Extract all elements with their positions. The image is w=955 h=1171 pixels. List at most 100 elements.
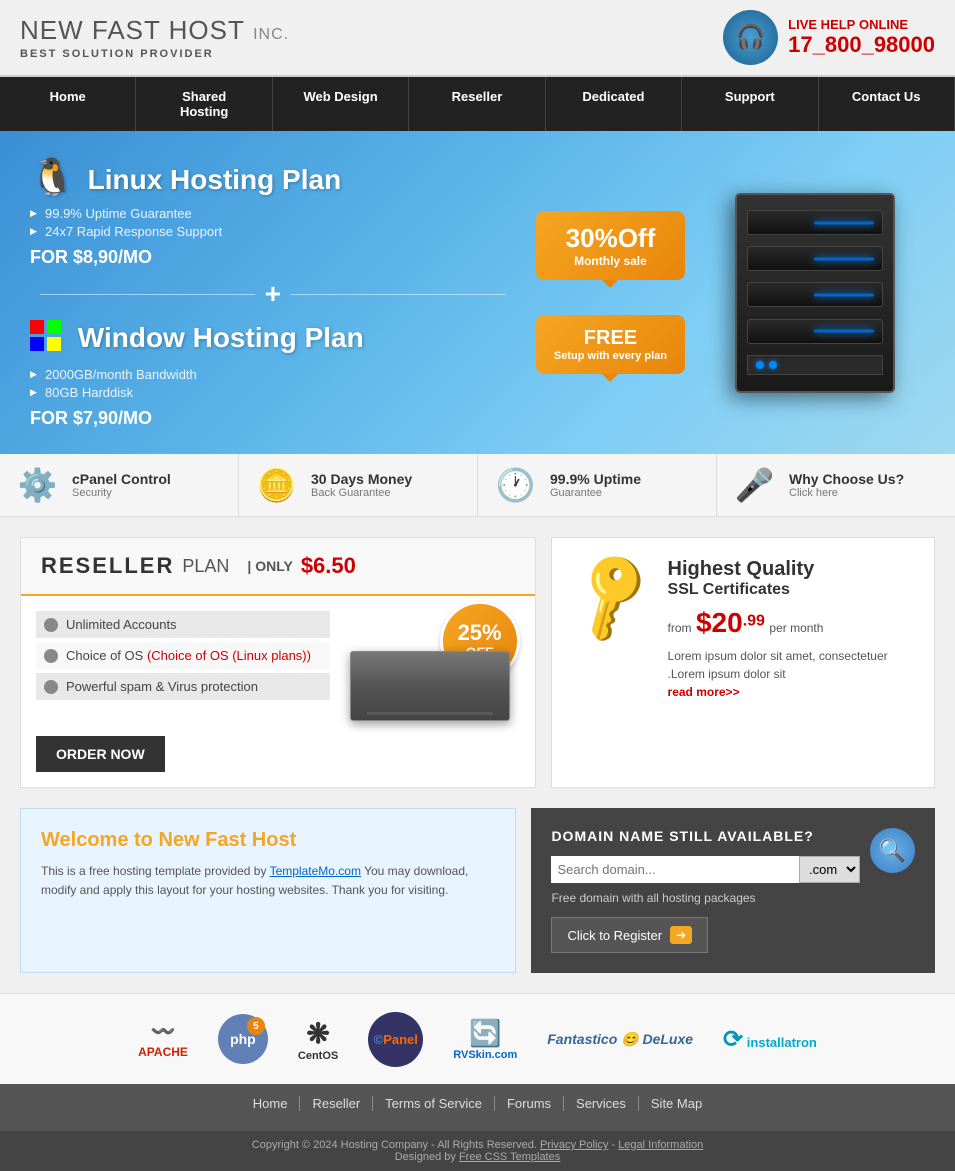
- footer-copy: Copyright © 2024 Hosting Company - All R…: [0, 1131, 955, 1171]
- tech-logos: 〰️ APACHE php 5 ❋ CentOS ©Panel 🔄 RVSkin…: [0, 993, 955, 1084]
- rack-server: [350, 651, 510, 721]
- domain-form: DOMAIN NAME STILL AVAILABLE? .com .net .…: [551, 828, 860, 953]
- domain-register-button[interactable]: Click to Register ➔: [551, 917, 708, 953]
- privacy-policy-link[interactable]: Privacy Policy: [540, 1139, 608, 1151]
- windows-icon: [30, 327, 70, 358]
- welcome-box: Welcome to New Fast Host This is a free …: [20, 808, 516, 973]
- centos-logo: ❋ CentOS: [298, 1014, 338, 1064]
- feature-cpanel-title: cPanel Control: [72, 471, 171, 487]
- header: NEW FAST HOST INC. BEST SOLUTION PROVIDE…: [0, 0, 955, 77]
- footer-link-home[interactable]: Home: [241, 1096, 301, 1111]
- feature-dot-2: [44, 649, 58, 663]
- installatron-logo: ⟳ installatron: [723, 1014, 817, 1064]
- cpanel-text: Panel: [383, 1032, 418, 1047]
- php-version: 5: [247, 1017, 265, 1035]
- fantastico-text: Fantastico 😊 DeLuxe: [547, 1031, 693, 1047]
- ssl-readmore-link[interactable]: read more>>: [668, 685, 740, 699]
- nav-web-design[interactable]: Web Design: [273, 77, 409, 131]
- feature-uptime[interactable]: 🕐 99.9% Uptime Guarantee: [478, 454, 717, 516]
- ssl-from: from: [668, 621, 692, 635]
- server-led-2: [769, 361, 777, 369]
- server-drive-3: [747, 282, 883, 307]
- feature-cpanel[interactable]: ⚙️ cPanel Control Security: [0, 454, 239, 516]
- main-content: RESELLER PLAN | ONLY $6.50 Unlimited Acc…: [0, 517, 955, 808]
- hero-badges: 30%Off Monthly sale FREE Setup with ever…: [536, 211, 685, 374]
- legal-info-link[interactable]: Legal Information: [618, 1139, 703, 1151]
- reseller-header: RESELLER PLAN | ONLY $6.50: [21, 538, 535, 596]
- domain-title: DOMAIN NAME STILL AVAILABLE?: [551, 828, 860, 844]
- server-bottom: [747, 355, 883, 375]
- reseller-feature-text-2: Choice of OS (Choice of OS (Linux plans)…: [66, 648, 311, 663]
- installatron-icon: ⟳: [723, 1026, 743, 1053]
- apache-feather-icon: 〰️: [138, 1019, 188, 1044]
- live-help: 🎧 LIVE HELP ONLINE 17_800_98000: [723, 10, 935, 65]
- badge-25-pct: 25%: [458, 622, 502, 644]
- live-help-text: LIVE HELP ONLINE 17_800_98000: [788, 17, 935, 58]
- hero-linux-feature-1: 99.9% Uptime Guarantee: [30, 206, 516, 221]
- nav-reseller[interactable]: Reseller: [409, 77, 545, 131]
- footer-link-services[interactable]: Services: [564, 1096, 639, 1111]
- domain-box: DOMAIN NAME STILL AVAILABLE? .com .net .…: [531, 808, 935, 973]
- nav-dedicated[interactable]: Dedicated: [546, 77, 682, 131]
- register-arrow-icon: ➔: [670, 926, 692, 944]
- reseller-feature-text-3: Powerful spam & Virus protection: [66, 679, 258, 694]
- domain-free-text: Free domain with all hosting packages: [551, 891, 860, 905]
- server-drive-1: [747, 210, 883, 235]
- feature-uptime-text: 99.9% Uptime Guarantee: [550, 471, 641, 499]
- server-led-1: [756, 361, 764, 369]
- ssl-key-icon: 🔑: [558, 543, 666, 649]
- designed-by-text: Designed by: [395, 1151, 456, 1163]
- bottom-row: Welcome to New Fast Host This is a free …: [0, 808, 955, 993]
- reseller-box: RESELLER PLAN | ONLY $6.50 Unlimited Acc…: [20, 537, 536, 788]
- hero-linux-title: 🐧 Linux Hosting Plan: [30, 156, 516, 198]
- welcome-title: Welcome to New Fast Host: [41, 829, 495, 852]
- hero-linux-section: 🐧 Linux Hosting Plan 99.9% Uptime Guaran…: [30, 156, 516, 268]
- nav-home[interactable]: Home: [0, 77, 136, 131]
- reseller-features: Unlimited Accounts Choice of OS (Choice …: [36, 611, 330, 704]
- centos-icon: ❋: [298, 1017, 338, 1050]
- apache-text: APACHE: [138, 1045, 188, 1059]
- feature-money[interactable]: 🪙 30 Days Money Back Guarantee: [239, 454, 478, 516]
- uptime-icon: 🕐: [493, 466, 538, 504]
- reseller-server-img: 25% OFF: [340, 611, 520, 721]
- reseller-feature-text-1: Unlimited Accounts: [66, 617, 177, 632]
- hero-windows-feature-2: 80GB Harddisk: [30, 385, 516, 400]
- nav-shared-hosting[interactable]: Shared Hosting: [136, 77, 272, 131]
- footer-link-reseller[interactable]: Reseller: [300, 1096, 373, 1111]
- footer-link-tos[interactable]: Terms of Service: [373, 1096, 495, 1111]
- installatron-text: installatron: [747, 1035, 817, 1050]
- templatemo-link[interactable]: TemplateMo.com: [270, 864, 361, 878]
- feature-cpanel-sub: Security: [72, 487, 171, 499]
- nav-contact[interactable]: Contact Us: [819, 77, 955, 131]
- domain-tld-select[interactable]: .com .net .org: [799, 856, 860, 883]
- apache-logo: 〰️ APACHE: [138, 1014, 188, 1064]
- ssl-amount: $20: [696, 607, 743, 638]
- domain-magnify-icon: 🔍: [870, 828, 915, 873]
- copyright-text: Copyright © 2024 Hosting Company - All R…: [252, 1139, 537, 1151]
- hero-windows-feature-1: 2000GB/month Bandwidth: [30, 367, 516, 382]
- hero-divider: +: [30, 278, 516, 310]
- feature-why[interactable]: 🎤 Why Choose Us? Click here: [717, 454, 955, 516]
- domain-input[interactable]: [551, 856, 799, 883]
- css-templates-link[interactable]: Free CSS Templates: [459, 1151, 560, 1163]
- badge-30off: 30%Off Monthly sale: [536, 211, 685, 280]
- footer-link-sitemap[interactable]: Site Map: [639, 1096, 714, 1111]
- live-help-phone[interactable]: 17_800_98000: [788, 32, 935, 58]
- rvskin-logo: 🔄 RVSkin.com: [453, 1014, 517, 1064]
- footer-links: Home Reseller Terms of Service Forums Se…: [12, 1096, 943, 1111]
- badge-sub-text: Monthly sale: [554, 254, 667, 268]
- reseller-price: $6.50: [301, 553, 356, 579]
- order-now-button[interactable]: ORDER NOW: [36, 736, 165, 772]
- reseller-plan-text: PLAN: [182, 556, 229, 577]
- hero-banner: 🐧 Linux Hosting Plan 99.9% Uptime Guaran…: [0, 131, 955, 454]
- footer-link-forums[interactable]: Forums: [495, 1096, 564, 1111]
- feature-cpanel-text: cPanel Control Security: [72, 471, 171, 499]
- php-logo: php 5: [218, 1014, 268, 1064]
- server-drive-4: [747, 319, 883, 344]
- nav-support[interactable]: Support: [682, 77, 818, 131]
- feature-bar: ⚙️ cPanel Control Security 🪙 30 Days Mon…: [0, 454, 955, 517]
- feature-dot-3: [44, 680, 58, 694]
- cpanel-c-icon: ©: [374, 1032, 384, 1047]
- feature-money-sub: Back Guarantee: [311, 487, 412, 499]
- feature-why-sub: Click here: [789, 487, 904, 499]
